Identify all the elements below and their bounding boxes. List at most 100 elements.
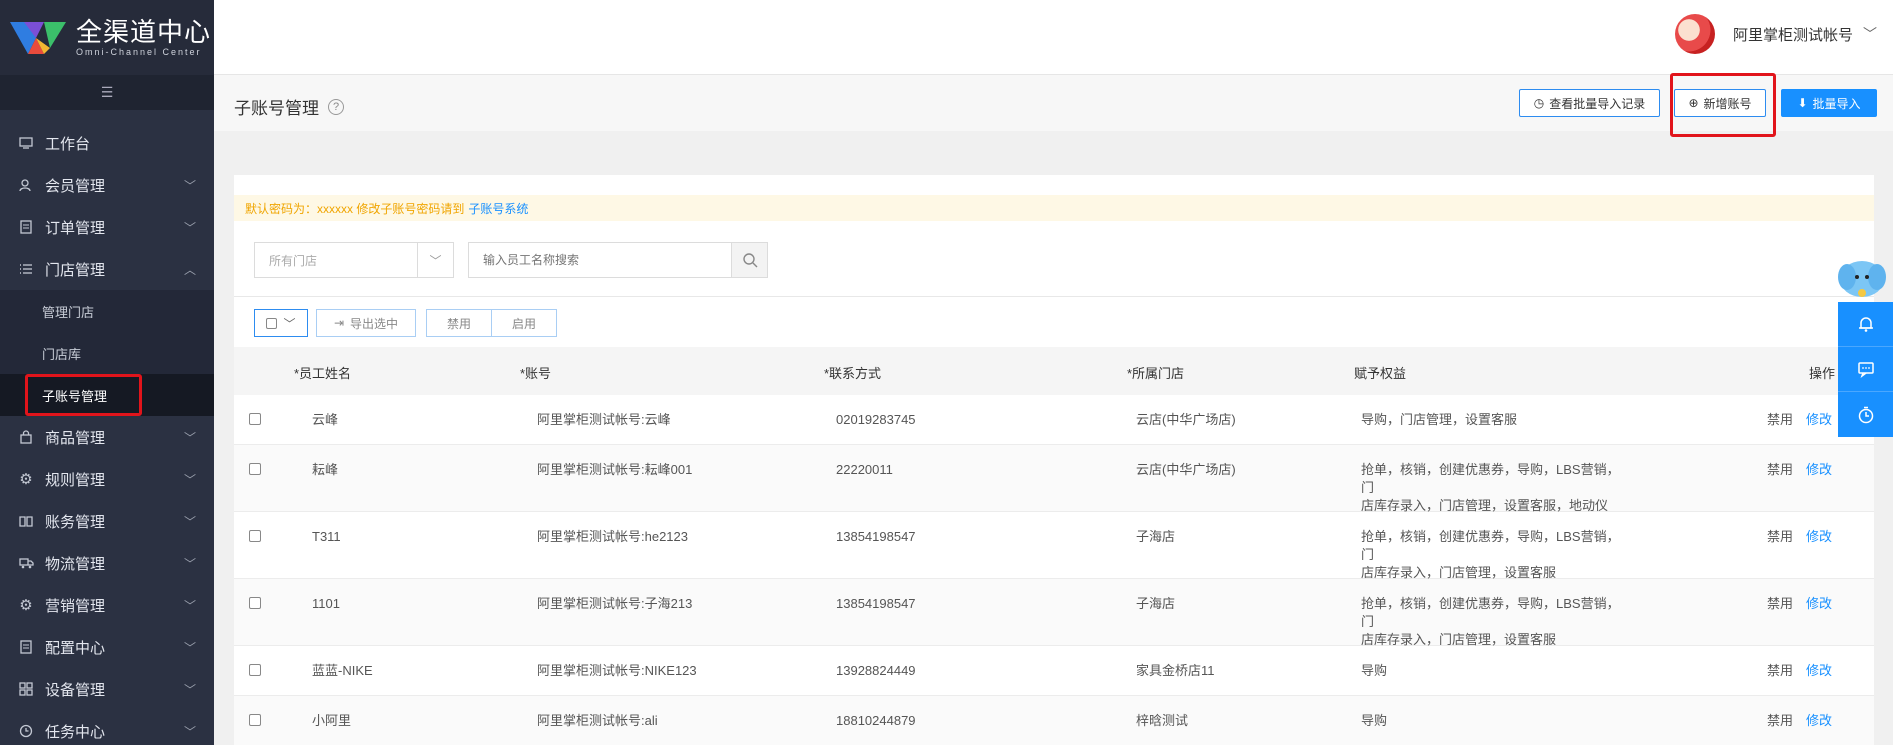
row-checkbox[interactable] xyxy=(249,664,261,676)
cell-contact: 18810244879 xyxy=(836,713,916,728)
message-button[interactable] xyxy=(1838,347,1893,392)
table-row: 小阿里 阿里掌柜测试帐号:ali 18810244879 梓晗测试 导购 禁用 修改 xyxy=(234,696,1874,745)
cell-contact: 02019283745 xyxy=(836,412,916,427)
view-import-history-button[interactable]: ◷ 查看批量导入记录 xyxy=(1519,89,1660,117)
enable-button[interactable]: 启用 xyxy=(491,309,557,337)
user-name: 阿里掌柜测试帐号 xyxy=(1732,26,1853,44)
row-disable-link[interactable]: 禁用 xyxy=(1767,662,1793,680)
chevron-down-icon: ﹀ xyxy=(183,640,196,655)
row-checkbox[interactable] xyxy=(249,714,261,726)
sidebar-subitem-label: 门店库 xyxy=(42,346,82,362)
row-edit-link[interactable]: 修改 xyxy=(1806,411,1832,429)
row-checkbox[interactable] xyxy=(249,530,261,542)
brand[interactable]: 全渠道中心 Omni-Channel Center xyxy=(0,0,214,75)
cell-name: 小阿里 xyxy=(312,713,352,728)
sidebar-subitem-sub-accounts[interactable]: 子账号管理 xyxy=(0,374,214,416)
sidebar-item-stores[interactable]: 门店管理 ︿ xyxy=(0,248,214,290)
cell-store: 子海店 xyxy=(1136,529,1176,544)
chevron-down-icon: ﹀ xyxy=(417,243,453,277)
row-disable-link[interactable]: 禁用 xyxy=(1767,411,1793,429)
rights-line: 抢单，核销，创建优惠券，导购，LBS营销，门 xyxy=(1361,462,1620,495)
sidebar-item-workbench[interactable]: 工作台 xyxy=(0,122,214,164)
brand-logo-icon xyxy=(10,18,70,58)
row-edit-link[interactable]: 修改 xyxy=(1806,461,1832,479)
page-title: 子账号管理 xyxy=(234,99,319,118)
sidebar-item-products[interactable]: 商品管理 ﹀ xyxy=(0,416,214,458)
row-edit-link[interactable]: 修改 xyxy=(1806,662,1832,680)
rights-line: 导购，门店管理，设置客服 xyxy=(1361,412,1518,427)
cell-store: 家具金桥店11 xyxy=(1136,663,1215,678)
row-disable-link[interactable]: 禁用 xyxy=(1767,595,1793,613)
employee-search-input[interactable] xyxy=(469,253,731,267)
cell-account: 阿里掌柜测试帐号:耘峰001 xyxy=(537,462,693,477)
select-all-dropdown[interactable]: ﹀ xyxy=(254,309,308,337)
sidebar-item-marketing[interactable]: ⚙ 营销管理 ﹀ xyxy=(0,584,214,626)
column-header-operations: 操作 xyxy=(1809,366,1836,381)
cell-rights: 导购，门店管理，设置客服 xyxy=(1361,411,1631,429)
row-edit-link[interactable]: 修改 xyxy=(1806,595,1832,613)
highlight-box xyxy=(25,374,142,416)
top-bar: 阿里掌柜测试帐号 ﹀ xyxy=(214,0,1893,75)
sidebar-item-members[interactable]: 会员管理 ﹀ xyxy=(0,164,214,206)
sidebar-item-label: 营销管理 xyxy=(45,597,106,615)
employee-search xyxy=(468,242,768,278)
column-header-contact: *联系方式 xyxy=(824,366,882,381)
store-select[interactable]: 所有门店 ﹀ xyxy=(254,242,454,278)
stopwatch-icon xyxy=(1858,406,1873,423)
row-disable-link[interactable]: 禁用 xyxy=(1767,528,1793,546)
chevron-down-icon: ﹀ xyxy=(183,472,196,487)
notification-button[interactable] xyxy=(1838,302,1893,347)
sidebar-subitem-store-library[interactable]: 门店库 xyxy=(0,332,214,374)
column-header-name: *员工姓名 xyxy=(294,366,352,381)
list-icon xyxy=(18,261,34,277)
brand-title: 全渠道中心 xyxy=(76,16,212,47)
sidebar-item-rules[interactable]: ⚙ 规则管理 ﹀ xyxy=(0,458,214,500)
table-row: 蓝蓝-NIKE 阿里掌柜测试帐号:NIKE123 13928824449 家具金桥店1… xyxy=(234,646,1874,696)
sidebar-item-orders[interactable]: 订单管理 ﹀ xyxy=(0,206,214,248)
truck-icon xyxy=(18,555,34,571)
column-header-rights: 赋予权益 xyxy=(1354,366,1407,381)
elephant-mascot-icon[interactable] xyxy=(1837,257,1887,303)
row-checkbox[interactable] xyxy=(249,413,261,425)
timer-button[interactable] xyxy=(1838,392,1893,437)
sidebar-item-accounts[interactable]: 账务管理 ﹀ xyxy=(0,500,214,542)
sidebar-subitem-manage-stores[interactable]: 管理门店 xyxy=(0,290,214,332)
cell-account: 阿里掌柜测试帐号:he2123 xyxy=(537,529,688,544)
checkbox[interactable] xyxy=(266,317,278,329)
batch-import-button[interactable]: ⬇ 批量导入 xyxy=(1781,89,1877,117)
cell-store: 子海店 xyxy=(1136,596,1176,611)
sidebar-item-label: 任务中心 xyxy=(45,723,106,741)
cell-contact: 22220011 xyxy=(836,462,893,477)
monitor-icon xyxy=(18,135,34,151)
sidebar-item-tasks[interactable]: 任务中心 ﹀ xyxy=(0,710,214,745)
sidebar-item-config[interactable]: 配置中心 ﹀ xyxy=(0,626,214,668)
help-icon[interactable]: ? xyxy=(328,98,344,115)
disable-button[interactable]: 禁用 xyxy=(426,309,492,337)
grid-icon xyxy=(18,681,34,697)
sidebar-item-devices[interactable]: 设备管理 ﹀ xyxy=(0,668,214,710)
cell-account: 阿里掌柜测试帐号:云峰 xyxy=(537,412,671,427)
row-checkbox[interactable] xyxy=(249,463,261,475)
row-checkbox[interactable] xyxy=(249,597,261,609)
book-icon xyxy=(18,513,34,529)
rights-line: 导购 xyxy=(1361,713,1388,728)
avatar[interactable] xyxy=(1674,14,1715,54)
table-header: *员工姓名 *账号 *联系方式 *所属门店 赋予权益 操作 xyxy=(234,347,1874,395)
user-menu[interactable]: 阿里掌柜测试帐号 ﹀ xyxy=(1674,14,1877,54)
sidebar-item-logistics[interactable]: 物流管理 ﹀ xyxy=(0,542,214,584)
cell-rights: 导购 xyxy=(1361,712,1631,730)
row-disable-link[interactable]: 禁用 xyxy=(1767,461,1793,479)
row-disable-link[interactable]: 禁用 xyxy=(1767,712,1793,730)
chevron-down-icon: ﹀ xyxy=(183,556,196,571)
row-edit-link[interactable]: 修改 xyxy=(1806,712,1832,730)
row-edit-link[interactable]: 修改 xyxy=(1806,528,1832,546)
sub-account-system-link[interactable]: 子账号系统 xyxy=(468,200,528,217)
cell-account: 阿里掌柜测试帐号:ali xyxy=(537,713,658,728)
export-selected-button[interactable]: ⇥ 导出选中 xyxy=(316,309,416,337)
search-button[interactable] xyxy=(731,243,767,277)
sidebar-item-label: 工作台 xyxy=(45,135,91,153)
sidebar-collapse-toggle[interactable]: ☰ xyxy=(0,75,214,110)
bag-icon xyxy=(18,429,34,445)
sidebar-item-label: 设备管理 xyxy=(45,681,106,699)
cell-rights: 导购 xyxy=(1361,662,1631,680)
